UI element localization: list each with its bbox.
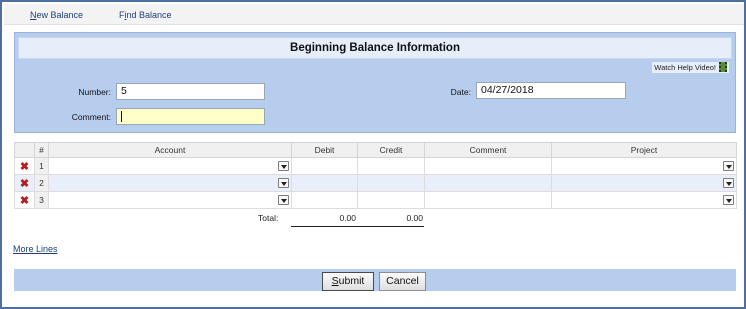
find-balance-link[interactable]: Find Balance	[119, 10, 172, 20]
total-credit: 0.00	[406, 213, 423, 223]
line-number: 2	[34, 174, 49, 192]
line-number: 3	[34, 191, 49, 209]
more-lines-link[interactable]: More Lines	[13, 244, 58, 254]
page-title: Beginning Balance Information	[18, 37, 732, 59]
date-field[interactable]: 04/27/2018	[476, 82, 626, 99]
footer-bar	[14, 269, 736, 291]
table-header-row: # Account Debit Credit Comment Project	[14, 142, 737, 158]
chevron-down-icon[interactable]	[278, 161, 289, 171]
comment-field[interactable]	[116, 108, 265, 125]
account-select[interactable]	[48, 157, 292, 175]
delete-row-icon[interactable]: ✖	[14, 191, 35, 209]
new-balance-label: ew Balance	[36, 10, 84, 20]
project-header: Project	[551, 142, 737, 158]
debit-input[interactable]	[291, 157, 358, 175]
chevron-down-icon[interactable]	[723, 195, 734, 205]
number-label: Number:	[78, 87, 111, 97]
find-balance-label: nd Balance	[126, 10, 172, 20]
film-icon	[719, 62, 727, 72]
delete-row-icon[interactable]: ✖	[14, 157, 35, 175]
header-panel: Beginning Balance Information Watch Help…	[14, 32, 736, 133]
date-label: Date:	[450, 87, 471, 97]
project-select[interactable]	[551, 157, 737, 175]
project-select[interactable]	[551, 174, 737, 192]
chevron-down-icon[interactable]	[278, 195, 289, 205]
line-comment-input[interactable]	[424, 191, 552, 209]
chevron-down-icon[interactable]	[723, 178, 734, 188]
new-balance-link[interactable]: New Balance	[30, 10, 83, 20]
cancel-button[interactable]: Cancel	[379, 272, 426, 291]
delete-column-header	[14, 142, 35, 158]
help-video-link[interactable]: Watch Help Video!	[652, 62, 729, 73]
chevron-down-icon[interactable]	[723, 161, 734, 171]
line-number: 1	[34, 157, 49, 175]
total-underline	[291, 226, 424, 227]
line-comment-input[interactable]	[424, 174, 552, 192]
debit-input[interactable]	[291, 174, 358, 192]
table-row: ✖ 2	[14, 174, 737, 192]
comment-label: Comment:	[71, 112, 111, 122]
table-row: ✖ 1	[14, 157, 737, 175]
submit-button[interactable]: Submit	[322, 272, 374, 291]
credit-input[interactable]	[357, 157, 425, 175]
line-comment-input[interactable]	[424, 157, 552, 175]
submit-accesskey: S	[331, 275, 339, 287]
line-number-header: #	[34, 142, 49, 158]
number-field[interactable]: 5	[116, 83, 265, 100]
credit-input[interactable]	[357, 191, 425, 209]
debit-input[interactable]	[291, 191, 358, 209]
debit-header: Debit	[291, 142, 358, 158]
number-value: 5	[121, 85, 127, 97]
credit-header: Credit	[357, 142, 425, 158]
text-caret	[121, 111, 122, 122]
credit-input[interactable]	[357, 174, 425, 192]
window-frame: New Balance Find Balance Beginning Balan…	[0, 0, 746, 309]
help-video-label: Watch Help Video!	[654, 63, 716, 72]
chevron-down-icon[interactable]	[278, 178, 289, 188]
comment-header: Comment	[424, 142, 552, 158]
project-select[interactable]	[551, 191, 737, 209]
total-label: Total:	[258, 213, 279, 223]
account-select[interactable]	[48, 174, 292, 192]
account-header: Account	[48, 142, 292, 158]
table-row: ✖ 3	[14, 191, 737, 209]
toolbar: New Balance Find Balance	[4, 4, 744, 25]
submit-label: ubmit	[338, 275, 365, 287]
lines-table: # Account Debit Credit Comment Project ✖…	[14, 142, 737, 209]
date-value: 04/27/2018	[481, 84, 534, 96]
delete-row-icon[interactable]: ✖	[14, 174, 35, 192]
account-select[interactable]	[48, 191, 292, 209]
total-debit: 0.00	[339, 213, 356, 223]
